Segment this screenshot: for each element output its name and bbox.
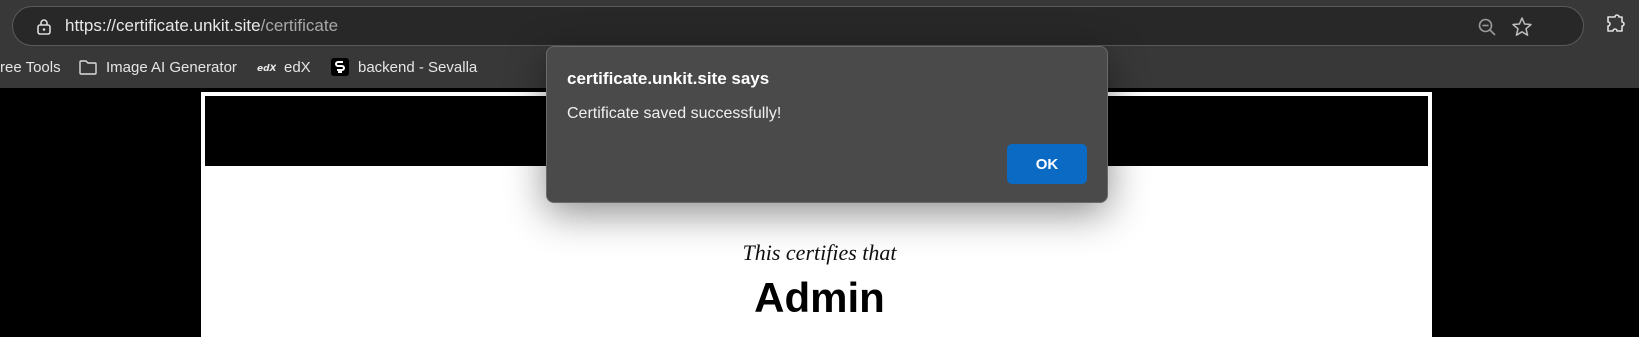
bookmark-label: Image AI Generator	[106, 58, 237, 76]
certificate-intro-text: This certifies that	[742, 240, 897, 265]
url-text[interactable]: https://certificate.unkit.site/certifica…	[65, 16, 338, 36]
dialog-title: certificate.unkit.site says	[567, 69, 770, 88]
sevalla-icon	[331, 58, 349, 76]
bookmark-label: backend - Sevalla	[358, 58, 478, 76]
ok-button[interactable]: OK	[1007, 144, 1087, 184]
bookmark-label: ree Tools	[0, 58, 61, 76]
extensions-icon[interactable]	[1603, 14, 1627, 38]
address-bar[interactable]: https://certificate.unkit.site/certifica…	[12, 6, 1584, 46]
svg-text:edX: edX	[257, 64, 276, 74]
bookmark-image-ai-generator[interactable]: Image AI Generator	[78, 56, 237, 78]
dialog-message: Certificate saved successfully!	[567, 105, 782, 122]
bookmark-free-tools[interactable]: ree Tools	[0, 56, 61, 78]
folder-icon	[79, 60, 97, 75]
site-info-icon[interactable]	[34, 17, 54, 37]
edx-icon: edX	[257, 64, 276, 74]
zoom-out-icon[interactable]	[1477, 17, 1497, 37]
certificate-recipient-name: Admin	[754, 274, 885, 321]
bookmark-backend-sevalla[interactable]: backend - Sevalla	[330, 56, 477, 78]
favorite-star-icon[interactable]	[1511, 16, 1533, 38]
alert-dialog: certificate.unkit.site says Certificate …	[546, 46, 1108, 203]
bookmark-label: edX	[284, 58, 311, 76]
bookmark-edx[interactable]: edX edX	[256, 56, 311, 78]
